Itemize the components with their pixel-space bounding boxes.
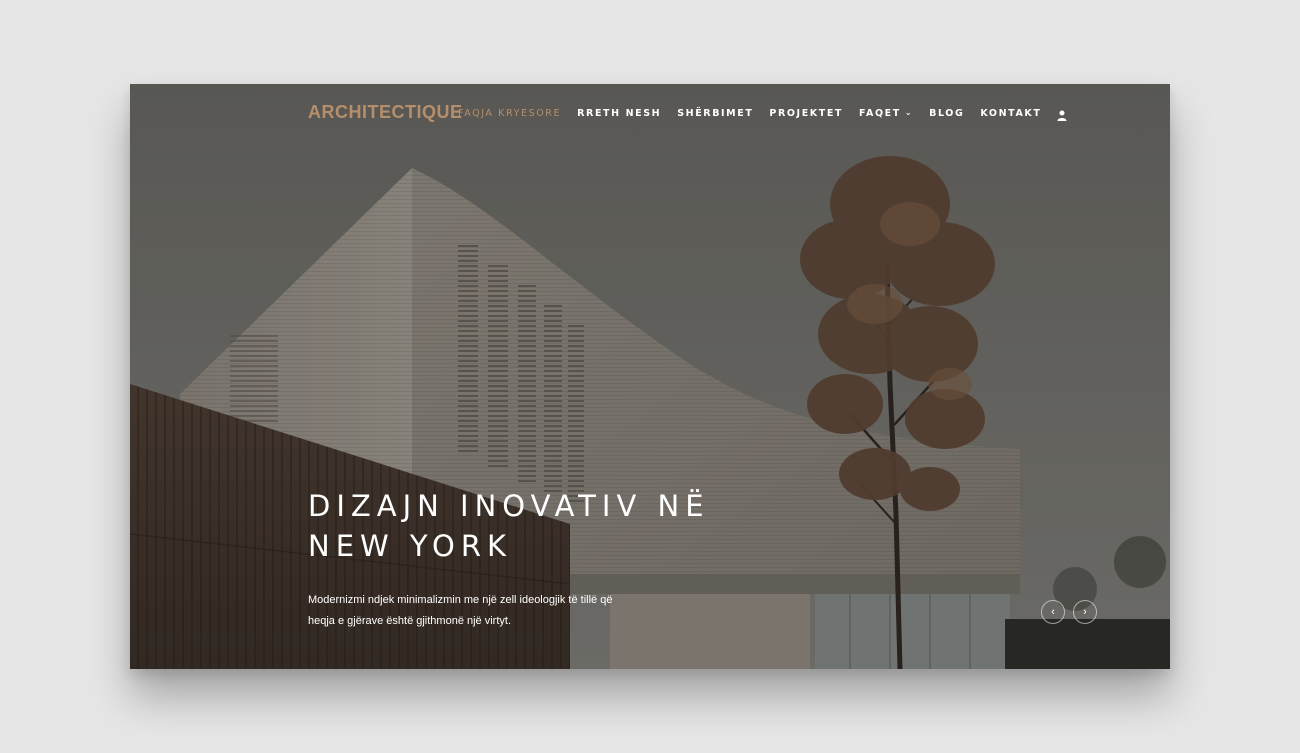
nav-item-contact[interactable]: KONTAKT <box>980 108 1041 119</box>
hero-title-line-1: DIZAJN INOVATIV NË <box>308 489 710 523</box>
site-logo[interactable]: ARCHITECTIQUE <box>308 102 463 123</box>
nav-item-projects[interactable]: PROJEKTET <box>769 108 843 119</box>
slider-next-button[interactable]: › <box>1073 600 1097 624</box>
top-navigation: ARCHITECTIQUE FAQJA KRYESORE RRETH NESH … <box>130 84 1170 144</box>
chevron-right-icon: › <box>1083 606 1087 618</box>
nav-item-blog[interactable]: BLOG <box>929 108 964 119</box>
hero-background-image <box>130 84 1170 669</box>
main-menu: FAQJA KRYESORE RRETH NESH SHËRBIMET PROJ… <box>458 108 1067 121</box>
nav-item-services[interactable]: SHËRBIMET <box>677 108 753 119</box>
chevron-down-icon: ⌄ <box>904 108 914 117</box>
user-icon[interactable] <box>1057 108 1067 121</box>
hero-description: Modernizmi ndjek minimalizmin me një zel… <box>308 594 613 627</box>
hero-title-line-2: NEW YORK <box>308 529 513 563</box>
chevron-left-icon: ‹ <box>1051 606 1055 618</box>
website-screenshot-frame: ARCHITECTIQUE FAQJA KRYESORE RRETH NESH … <box>130 84 1170 669</box>
nav-item-pages-label: FAQET <box>859 108 901 119</box>
nav-item-home[interactable]: FAQJA KRYESORE <box>458 108 561 119</box>
hero-title: DIZAJN INOVATIV NË NEW YORK <box>308 486 768 566</box>
nav-item-pages[interactable]: FAQET ⌄ <box>859 108 913 119</box>
slider-prev-button[interactable]: ‹ <box>1041 600 1065 624</box>
nav-item-about[interactable]: RRETH NESH <box>577 108 661 119</box>
